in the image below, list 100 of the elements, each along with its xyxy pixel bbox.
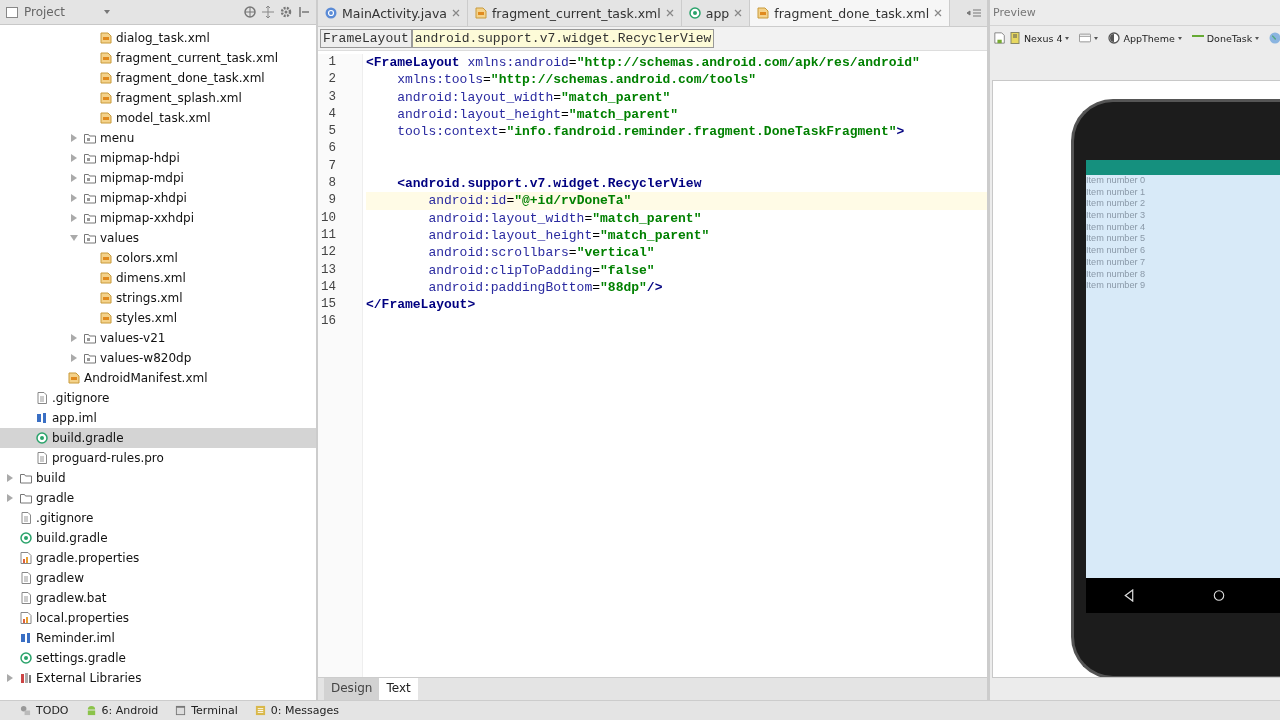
- list-item: Item number 7: [1086, 256, 1147, 269]
- editor-tab[interactable]: fragment_current_task.xml: [467, 0, 682, 26]
- tree-item[interactable]: gradlew: [0, 568, 316, 588]
- list-item: Item number 6: [1086, 245, 1147, 257]
- code-line: android:layout_width="match_parent": [427, 209, 703, 227]
- caret-icon[interactable]: [104, 10, 110, 14]
- tree-item[interactable]: .gitignore: [0, 508, 316, 528]
- line-number: 9: [327, 192, 336, 210]
- toolbar-dropdown[interactable]: AppTheme: [1123, 32, 1175, 44]
- expand-arrow-icon[interactable]: [7, 674, 13, 682]
- line-number: 1: [327, 54, 336, 71]
- tree-item[interactable]: dialog_task.xml: [0, 28, 316, 48]
- tree-item[interactable]: fragment_current_task.xml: [0, 48, 316, 68]
- tree-item[interactable]: proguard-rules.pro: [0, 448, 316, 468]
- tree-item[interactable]: values-w820dp: [0, 348, 316, 368]
- tool-window-button[interactable]: TODO: [36, 704, 69, 717]
- caret-icon[interactable]: [1255, 36, 1260, 40]
- code-line: </FrameLayout>: [366, 296, 477, 314]
- android-icon[interactable]: [85, 705, 97, 716]
- expand-arrow-icon[interactable]: [7, 474, 13, 482]
- home-icon: [1213, 589, 1225, 602]
- line-number: 2: [327, 71, 336, 89]
- caret-icon[interactable]: [1177, 36, 1182, 40]
- tree-item[interactable]: app.iml: [0, 408, 316, 428]
- tree-item[interactable]: menu: [0, 128, 316, 148]
- expand-arrow-icon[interactable]: [70, 235, 78, 241]
- tree-item[interactable]: External Libraries: [0, 668, 316, 688]
- todo-icon[interactable]: [20, 705, 31, 716]
- expand-arrow-icon[interactable]: [7, 494, 13, 502]
- toolbar-dropdown[interactable]: Nexus 4: [1024, 32, 1063, 44]
- tree-item[interactable]: gradle.properties: [0, 548, 316, 568]
- tree-item[interactable]: model_task.xml: [0, 108, 316, 128]
- editor-tab[interactable]: fragment_done_task.xml: [750, 0, 951, 26]
- tree-item[interactable]: fragment_done_task.xml: [0, 68, 316, 88]
- terminal-icon[interactable]: [175, 705, 187, 716]
- toolbar-dropdown[interactable]: DoneTask: [1206, 32, 1253, 44]
- globe-icon[interactable]: [1269, 32, 1280, 44]
- file-icon: [20, 512, 32, 524]
- panel-title: Preview: [993, 6, 1036, 19]
- expand-arrow-icon[interactable]: [71, 334, 77, 342]
- tree-item[interactable]: mipmap-xxhdpi: [0, 208, 316, 228]
- file-icon: [36, 452, 48, 464]
- tree-item[interactable]: dimens.xml: [0, 268, 316, 288]
- editor-tab[interactable]: MainActivity.java: [318, 0, 468, 26]
- layout-file-icon[interactable]: [994, 32, 1006, 44]
- theme-icon[interactable]: [1108, 32, 1121, 44]
- settings-icon[interactable]: [280, 6, 292, 18]
- folder-icon: [84, 192, 96, 204]
- project-icon: [6, 6, 18, 18]
- tree-item[interactable]: build.gradle: [0, 528, 316, 548]
- tree-item[interactable]: .gitignore: [0, 388, 316, 408]
- tree-item[interactable]: values-v21: [0, 328, 316, 348]
- hide-icon[interactable]: [298, 6, 310, 18]
- tool-window-button[interactable]: 6: Android: [101, 704, 159, 717]
- caret-icon[interactable]: [1065, 36, 1070, 40]
- expand-arrow-icon[interactable]: [71, 154, 77, 162]
- breadcrumb[interactable]: android.support.v7.widget.RecyclerView: [411, 29, 715, 48]
- tree-item[interactable]: Reminder.iml: [0, 628, 316, 648]
- caret-icon[interactable]: [1094, 36, 1099, 40]
- panel-title[interactable]: Project: [24, 5, 98, 19]
- tree-item[interactable]: settings.gradle: [0, 648, 316, 668]
- tree-item[interactable]: mipmap-mdpi: [0, 168, 316, 188]
- tool-window-button[interactable]: 0: Messages: [270, 704, 339, 717]
- code-line: android:clipToPadding="false": [427, 261, 656, 279]
- tree-item[interactable]: fragment_splash.xml: [0, 88, 316, 108]
- tree-item[interactable]: AndroidManifest.xml: [0, 368, 316, 388]
- editor-mode-tab[interactable]: Design: [324, 678, 380, 700]
- module-icon: [688, 7, 701, 19]
- expand-arrow-icon[interactable]: [71, 174, 77, 182]
- expand-arrow-icon[interactable]: [71, 194, 77, 202]
- tree-item[interactable]: colors.xml: [0, 248, 316, 268]
- folder-icon: [84, 212, 96, 224]
- collapse-icon[interactable]: [262, 6, 274, 18]
- tree-item[interactable]: mipmap-xhdpi: [0, 188, 316, 208]
- device-icon[interactable]: [1009, 32, 1021, 44]
- folder-icon: [84, 232, 96, 244]
- tree-item[interactable]: mipmap-hdpi: [0, 148, 316, 168]
- tree-item[interactable]: gradlew.bat: [0, 588, 316, 608]
- expand-arrow-icon[interactable]: [71, 354, 77, 362]
- tree-item[interactable]: gradle: [0, 488, 316, 508]
- expand-arrow-icon[interactable]: [71, 134, 77, 142]
- orientation-icon[interactable]: [1079, 32, 1092, 44]
- tree-item[interactable]: values: [0, 228, 316, 248]
- list-item: Item number 5: [1086, 233, 1147, 246]
- tree-item[interactable]: styles.xml: [0, 308, 316, 328]
- code-line: <FrameLayout xmlns:android="http://schemas.android.com/apk/res/android": [366, 54, 921, 72]
- tool-window-button[interactable]: Terminal: [191, 704, 238, 717]
- xml-file-icon: [100, 292, 112, 304]
- gradle-file-icon: [36, 432, 48, 444]
- tree-item[interactable]: strings.xml: [0, 288, 316, 308]
- breadcrumb[interactable]: FrameLayout: [320, 29, 412, 48]
- gradle-file-icon: [20, 652, 32, 664]
- tree-item[interactable]: local.properties: [0, 608, 316, 628]
- tree-item[interactable]: build.gradle: [0, 428, 316, 448]
- expand-arrow-icon[interactable]: [71, 214, 77, 222]
- crosshair-icon[interactable]: [244, 6, 256, 18]
- messages-icon[interactable]: [254, 705, 266, 716]
- editor-mode-tab[interactable]: Text: [379, 678, 418, 700]
- line-number: 14: [320, 278, 336, 296]
- tree-item[interactable]: build: [0, 468, 316, 488]
